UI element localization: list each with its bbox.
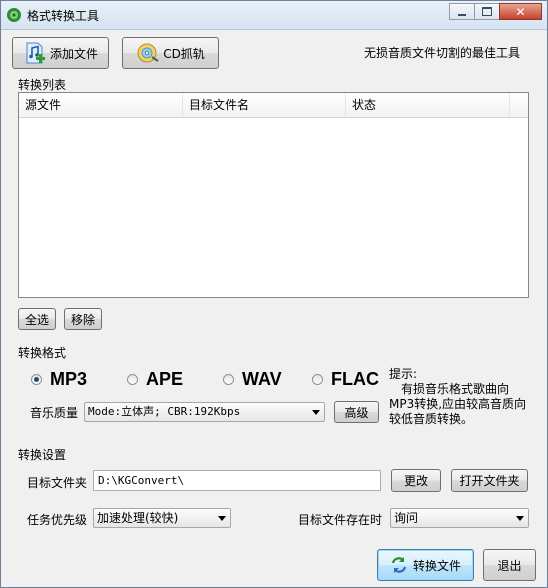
format-ape-label: APE xyxy=(146,369,184,389)
chevron-down-icon xyxy=(312,410,320,415)
radio-flac[interactable] xyxy=(312,374,323,385)
minimize-icon[interactable] xyxy=(449,3,475,20)
priority-label: 任务优先级 xyxy=(27,513,88,527)
convert-list-view[interactable]: 源文件 目标文件名 状态 xyxy=(18,92,529,298)
settings-group-title: 转换设置 xyxy=(18,448,67,462)
radio-ape[interactable] xyxy=(127,374,138,385)
converter-window: 格式转换工具 ✕ 添加文件 CD抓轨 无损音质文件切割的最佳工具 转换列表 源文… xyxy=(0,0,548,588)
maximize-icon[interactable] xyxy=(474,3,500,20)
column-target-name[interactable]: 目标文件名 xyxy=(183,93,346,117)
file-exists-label: 目标文件存在时 xyxy=(298,513,383,527)
cd-rip-label: CD抓轨 xyxy=(163,46,205,61)
format-option-mp3[interactable]: MP3 xyxy=(31,369,87,390)
file-exists-value: 询问 xyxy=(394,511,419,525)
select-all-button[interactable]: 全选 xyxy=(18,308,56,330)
format-group-title: 转换格式 xyxy=(18,346,67,360)
open-folder-button[interactable]: 打开文件夹 xyxy=(451,469,528,492)
convert-list-title: 转换列表 xyxy=(18,78,67,92)
add-music-file-icon xyxy=(26,42,45,64)
target-folder-label: 目标文件夹 xyxy=(27,476,88,490)
exit-button[interactable]: 退出 xyxy=(483,549,536,581)
cd-disc-icon xyxy=(137,43,159,63)
window-title: 格式转换工具 xyxy=(27,9,100,23)
target-folder-input[interactable]: D:\KGConvert\ xyxy=(93,470,381,491)
window-controls: ✕ xyxy=(449,3,542,21)
tip-text: 有损音乐格式歌曲向MP3转换,应由较高音质向较低音质转换。 xyxy=(389,382,527,426)
chevron-down-icon xyxy=(516,516,524,521)
file-exists-select[interactable]: 询问 xyxy=(390,508,529,528)
priority-select[interactable]: 加速处理(较快) xyxy=(93,508,231,528)
cd-rip-button[interactable]: CD抓轨 xyxy=(122,37,219,69)
add-file-label: 添加文件 xyxy=(49,46,98,61)
column-status[interactable]: 状态 xyxy=(346,93,510,117)
convert-button[interactable]: 转换文件 xyxy=(377,549,474,581)
format-flac-label: FLAC xyxy=(331,369,379,389)
quality-label: 音乐质量 xyxy=(30,406,79,420)
convert-arrows-icon xyxy=(391,557,407,573)
format-option-flac[interactable]: FLAC xyxy=(312,369,379,390)
format-option-wav[interactable]: WAV xyxy=(223,369,282,390)
priority-value: 加速处理(较快) xyxy=(97,511,179,525)
quality-value: Mode:立体声; CBR:192Kbps xyxy=(88,405,241,418)
slogan-text: 无损音质文件切割的最佳工具 xyxy=(364,46,521,60)
format-option-ape[interactable]: APE xyxy=(127,369,183,390)
format-mp3-label: MP3 xyxy=(50,369,88,389)
tip-title: 提示: xyxy=(389,367,418,381)
remove-button[interactable]: 移除 xyxy=(64,308,102,330)
advanced-button[interactable]: 高级 xyxy=(334,401,379,423)
change-folder-button[interactable]: 更改 xyxy=(391,469,441,492)
add-file-button[interactable]: 添加文件 xyxy=(12,37,109,69)
quality-select[interactable]: Mode:立体声; CBR:192Kbps xyxy=(84,402,325,422)
convert-label: 转换文件 xyxy=(412,558,461,573)
list-header: 源文件 目标文件名 状态 xyxy=(19,93,528,118)
radio-wav[interactable] xyxy=(223,374,234,385)
format-wav-label: WAV xyxy=(242,369,282,389)
chevron-down-icon xyxy=(218,516,226,521)
column-source-file[interactable]: 源文件 xyxy=(19,93,183,117)
title-bar[interactable]: 格式转换工具 ✕ xyxy=(1,1,547,30)
radio-mp3[interactable] xyxy=(31,374,42,385)
close-icon[interactable]: ✕ xyxy=(499,3,542,20)
app-icon xyxy=(7,8,21,22)
